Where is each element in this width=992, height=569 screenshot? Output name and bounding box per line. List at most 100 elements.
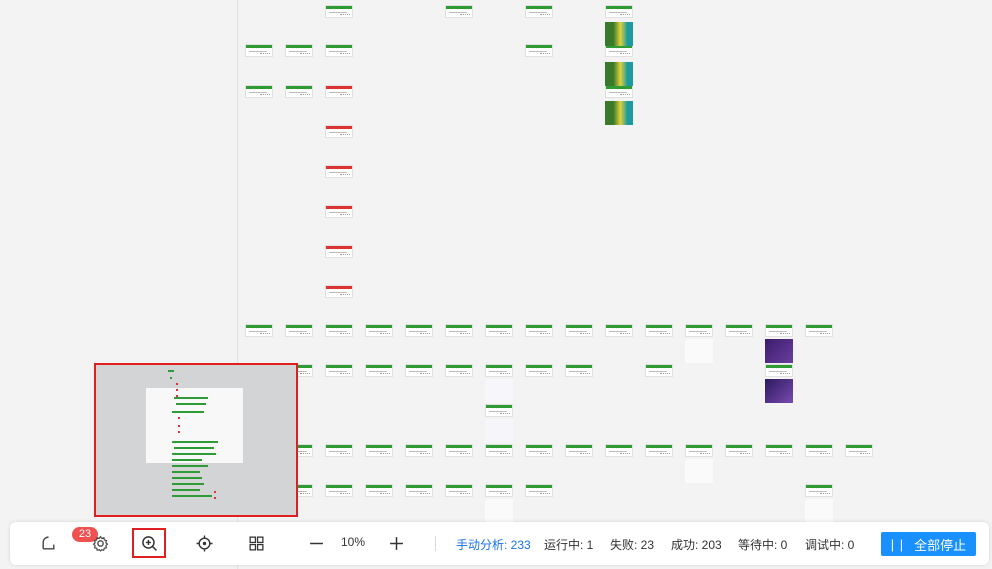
node-thumbnail: [485, 379, 513, 403]
workflow-node[interactable]: [445, 364, 473, 377]
workflow-node[interactable]: [525, 324, 553, 337]
minimap-node-failed: [178, 425, 180, 427]
workflow-node-failed[interactable]: [325, 285, 353, 298]
minimap-node: [172, 483, 204, 485]
stat-debugging[interactable]: 调试中: 0: [805, 536, 854, 553]
workflow-node[interactable]: [565, 444, 593, 457]
minimap-node: [172, 489, 200, 491]
node-thumbnail: [485, 499, 513, 523]
stat-failed[interactable]: 失败: 23: [610, 536, 654, 553]
workflow-node[interactable]: [525, 484, 553, 497]
workflow-node[interactable]: [645, 364, 673, 377]
gear-icon: [92, 535, 108, 552]
workflow-node[interactable]: [525, 444, 553, 457]
workflow-node[interactable]: [805, 324, 833, 337]
zoom-out-button[interactable]: [299, 528, 333, 558]
toolbar-divider: [435, 536, 436, 551]
grid-icon: [248, 535, 264, 551]
workflow-node-failed[interactable]: [325, 165, 353, 178]
workflow-node[interactable]: [485, 364, 513, 377]
workflow-node[interactable]: [405, 484, 433, 497]
workflow-node[interactable]: [725, 324, 753, 337]
workflow-node[interactable]: [325, 44, 353, 57]
stat-waiting[interactable]: 等待中: 0: [738, 536, 787, 553]
workflow-node[interactable]: [365, 364, 393, 377]
stop-all-button[interactable]: | | 全部停止: [881, 532, 976, 556]
workflow-node[interactable]: [445, 484, 473, 497]
workflow-node[interactable]: [325, 364, 353, 377]
stop-all-label: 全部停止: [914, 537, 967, 553]
workflow-node-failed[interactable]: [325, 205, 353, 218]
workflow-node[interactable]: [485, 484, 513, 497]
settings-button[interactable]: [83, 528, 117, 558]
minimap-node: [172, 477, 202, 479]
workflow-node[interactable]: [845, 444, 873, 457]
stat-success[interactable]: 成功: 203: [671, 536, 722, 553]
workflow-node[interactable]: [325, 5, 353, 18]
workflow-node[interactable]: [645, 324, 673, 337]
workflow-node[interactable]: [485, 444, 513, 457]
minimap[interactable]: [94, 363, 298, 517]
workflow-node[interactable]: [525, 364, 553, 377]
workflow-node[interactable]: [365, 324, 393, 337]
workflow-node[interactable]: [245, 44, 273, 57]
zoom-in-icon: [141, 535, 157, 551]
workflow-node[interactable]: [685, 324, 713, 337]
workflow-node[interactable]: [365, 484, 393, 497]
layout-button[interactable]: [239, 528, 273, 558]
workflow-node[interactable]: [605, 444, 633, 457]
workflow-node[interactable]: [405, 324, 433, 337]
locate-button[interactable]: [187, 528, 221, 558]
workflow-node[interactable]: [445, 324, 473, 337]
workflow-node[interactable]: [325, 324, 353, 337]
workflow-node[interactable]: [445, 5, 473, 18]
workflow-node[interactable]: [485, 324, 513, 337]
workflow-node[interactable]: [285, 324, 313, 337]
workflow-node[interactable]: [565, 364, 593, 377]
workflow-node[interactable]: [765, 444, 793, 457]
workflow-node[interactable]: [605, 5, 633, 18]
notification-button[interactable]: 23: [31, 527, 98, 558]
workflow-node[interactable]: [325, 444, 353, 457]
minimap-node-failed: [176, 389, 178, 391]
minimap-viewport[interactable]: [146, 388, 243, 463]
stat-manual-analysis[interactable]: 手动分析: 233: [456, 536, 531, 553]
minimap-node: [172, 411, 204, 413]
minimap-node-failed: [178, 417, 180, 419]
zoom-in-button[interactable]: [132, 528, 166, 558]
workflow-node-failed[interactable]: [325, 245, 353, 258]
workflow-node[interactable]: [645, 444, 673, 457]
node-thumbnail: [485, 419, 513, 443]
workflow-node[interactable]: [485, 404, 513, 417]
workflow-node[interactable]: [525, 44, 553, 57]
workflow-node[interactable]: [445, 444, 473, 457]
zoom-in-plus-button[interactable]: [379, 528, 413, 558]
workflow-node[interactable]: [285, 44, 313, 57]
workflow-node[interactable]: [805, 444, 833, 457]
node-thumbnail: [605, 101, 633, 125]
workflow-node[interactable]: [405, 444, 433, 457]
minimap-node: [176, 403, 206, 405]
workflow-node[interactable]: [405, 364, 433, 377]
workflow-node[interactable]: [365, 444, 393, 457]
workflow-node-failed[interactable]: [325, 85, 353, 98]
node-thumbnail: [685, 339, 713, 363]
node-thumbnail: [605, 62, 633, 86]
workflow-node[interactable]: [765, 364, 793, 377]
workflow-node[interactable]: [605, 324, 633, 337]
workflow-node[interactable]: [685, 444, 713, 457]
stat-running[interactable]: 运行中: 1: [544, 536, 593, 553]
workflow-node-failed[interactable]: [325, 125, 353, 138]
workflow-node[interactable]: [245, 85, 273, 98]
bottom-toolbar: 23 10% 手动分析: 233 运行中: 1 失败: 23 成功: 203 等…: [10, 522, 989, 565]
workflow-node[interactable]: [245, 324, 273, 337]
workflow-node[interactable]: [725, 444, 753, 457]
minimap-node: [172, 495, 212, 497]
workflow-node[interactable]: [565, 324, 593, 337]
workflow-node[interactable]: [605, 85, 633, 98]
workflow-node[interactable]: [805, 484, 833, 497]
workflow-node[interactable]: [525, 5, 553, 18]
workflow-node[interactable]: [285, 85, 313, 98]
workflow-node[interactable]: [765, 324, 793, 337]
workflow-node[interactable]: [325, 484, 353, 497]
